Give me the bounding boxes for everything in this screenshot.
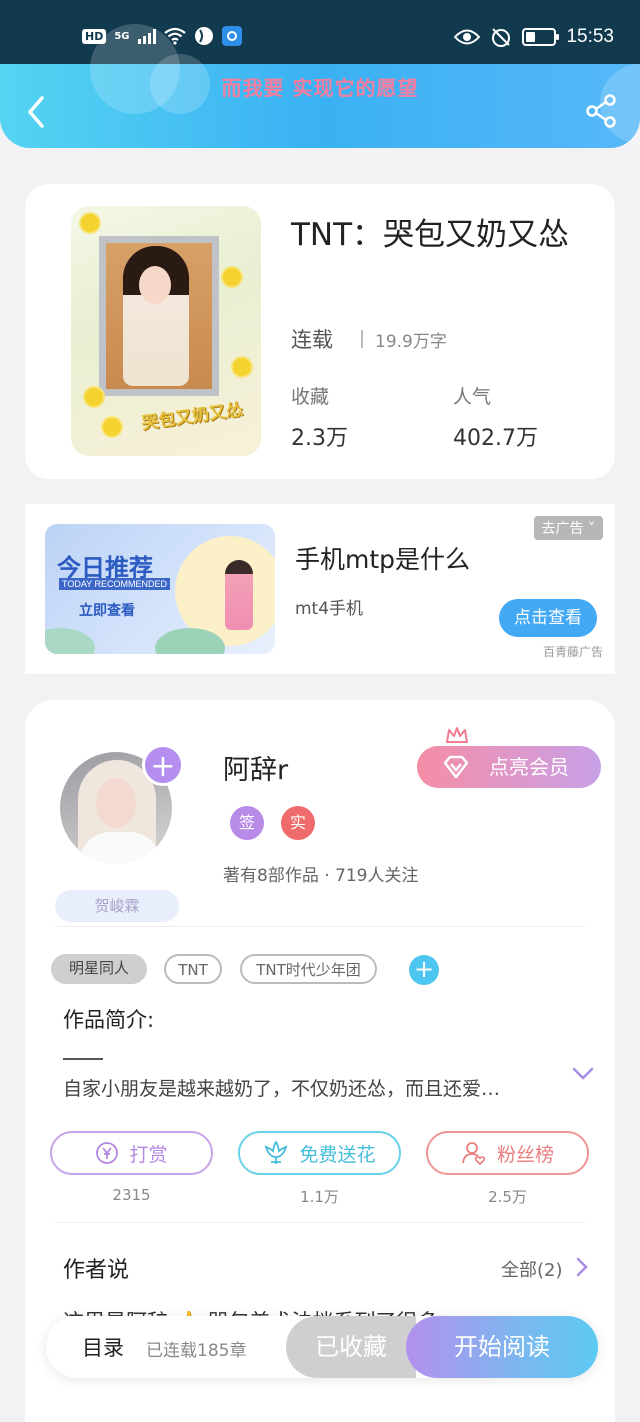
add-tag-button[interactable]: + bbox=[409, 955, 439, 985]
signed-badge: 签 bbox=[230, 806, 264, 840]
author-name[interactable]: 阿辞r bbox=[223, 748, 288, 787]
collected-button[interactable]: 已收藏 bbox=[286, 1316, 416, 1378]
app-notification-icon bbox=[221, 26, 242, 46]
share-button[interactable] bbox=[584, 94, 618, 128]
ad-subtitle: mt4手机 bbox=[295, 599, 364, 619]
book-title: TNT：哭包又奶又怂 bbox=[291, 217, 570, 253]
yen-coin-icon bbox=[96, 1142, 119, 1164]
follow-author-button[interactable]: + bbox=[142, 744, 184, 786]
author-card: + 贺峻霖 阿辞r 点亮会员 签 实 著有8部作品 · 719人关注 明星同人 … bbox=[25, 700, 615, 1422]
fan-count: 2.5万 bbox=[488, 1188, 527, 1206]
browser-globe-icon bbox=[194, 27, 213, 45]
tag-chip[interactable]: 明星同人 bbox=[51, 954, 147, 984]
verified-badge: 实 bbox=[281, 806, 315, 840]
activate-vip-button[interactable]: 点亮会员 bbox=[417, 746, 601, 788]
divider bbox=[55, 926, 585, 927]
cover-title-art: 哭包又奶又怂 bbox=[140, 399, 245, 434]
flower-count: 1.1万 bbox=[300, 1188, 339, 1206]
author-tag: 贺峻霖 bbox=[55, 890, 179, 922]
top-header: 而我要 实现它的愿望 bbox=[0, 24, 640, 148]
ad-image-cta: 立即查看 bbox=[79, 603, 135, 619]
word-count: 19.9万字 bbox=[375, 332, 447, 352]
crown-icon bbox=[446, 727, 468, 743]
divider bbox=[361, 330, 363, 348]
vip-button-label: 点亮会员 bbox=[489, 755, 569, 779]
reward-button[interactable]: 打赏 bbox=[50, 1131, 213, 1175]
intro-label: 作品简介: bbox=[63, 1008, 155, 1032]
remove-ad-button[interactable]: 去广告 ˅ bbox=[533, 516, 603, 540]
send-flower-button[interactable]: 免费送花 bbox=[238, 1131, 401, 1175]
fan-ranking-button[interactable]: 粉丝榜 bbox=[426, 1131, 589, 1175]
toc-button[interactable]: 目录 bbox=[82, 1332, 124, 1362]
chevron-down-icon[interactable] bbox=[571, 1064, 595, 1084]
author-says-label: 作者说 bbox=[63, 1258, 130, 1283]
start-reading-button[interactable]: 开始阅读 bbox=[406, 1316, 598, 1378]
header-title: 而我要 实现它的愿望 bbox=[221, 76, 419, 100]
chevron-right-icon[interactable] bbox=[575, 1256, 589, 1278]
ad-source: 百青藤广告 bbox=[542, 645, 603, 659]
flower-icon bbox=[265, 1141, 288, 1164]
fan-user-icon bbox=[462, 1142, 486, 1165]
favorites-label: 收藏 bbox=[291, 386, 330, 408]
book-status: 连载 bbox=[291, 328, 333, 352]
reward-count: 2315 bbox=[112, 1186, 151, 1204]
popularity-value: 402.7万 bbox=[453, 426, 538, 451]
status-right: 15:53 bbox=[454, 26, 614, 48]
divider bbox=[55, 1222, 585, 1223]
tag-chip[interactable]: TNT时代少年团 bbox=[240, 954, 377, 984]
ad-view-button[interactable]: 点击查看 bbox=[499, 599, 597, 637]
reward-label: 打赏 bbox=[129, 1143, 168, 1166]
bottom-action-bar: 目录 已连载185章 已收藏 开始阅读 bbox=[46, 1316, 598, 1378]
author-stats: 著有8部作品 · 719人关注 bbox=[223, 866, 419, 886]
book-cover[interactable]: 哭包又奶又怂 bbox=[71, 206, 261, 456]
author-says-all-link[interactable]: 全部(2) bbox=[501, 1256, 563, 1282]
ad-title: 手机mtp是什么 bbox=[295, 545, 471, 574]
back-button[interactable] bbox=[22, 94, 52, 130]
intro-underline bbox=[63, 1058, 103, 1060]
diamond-icon bbox=[443, 755, 469, 779]
clock: 15:53 bbox=[566, 26, 614, 47]
book-info-card: 哭包又奶又怂 TNT：哭包又奶又怂 连载 19.9万字 收藏 2.3万 人气 4… bbox=[25, 184, 615, 479]
ad-banner[interactable]: 今日推荐 TODAY RECOMMENDED 立即查看 去广告 ˅ 手机mtp是… bbox=[25, 504, 615, 674]
battery-icon bbox=[522, 28, 560, 46]
ad-image-subtitle: TODAY RECOMMENDED bbox=[59, 578, 171, 590]
flower-label: 免费送花 bbox=[299, 1143, 376, 1166]
alarm-off-icon bbox=[492, 28, 511, 47]
tag-chip[interactable]: TNT bbox=[164, 954, 222, 984]
intro-text[interactable]: 自家小朋友是越来越奶了，不仅奶还怂，而且还爱… bbox=[63, 1074, 543, 1101]
popularity-label: 人气 bbox=[453, 386, 492, 408]
chapter-count: 已连载185章 bbox=[146, 1341, 247, 1361]
favorites-value: 2.3万 bbox=[291, 426, 348, 451]
fan-ranking-label: 粉丝榜 bbox=[496, 1143, 554, 1166]
ad-image[interactable]: 今日推荐 TODAY RECOMMENDED 立即查看 bbox=[45, 524, 275, 654]
eye-icon bbox=[454, 29, 481, 45]
